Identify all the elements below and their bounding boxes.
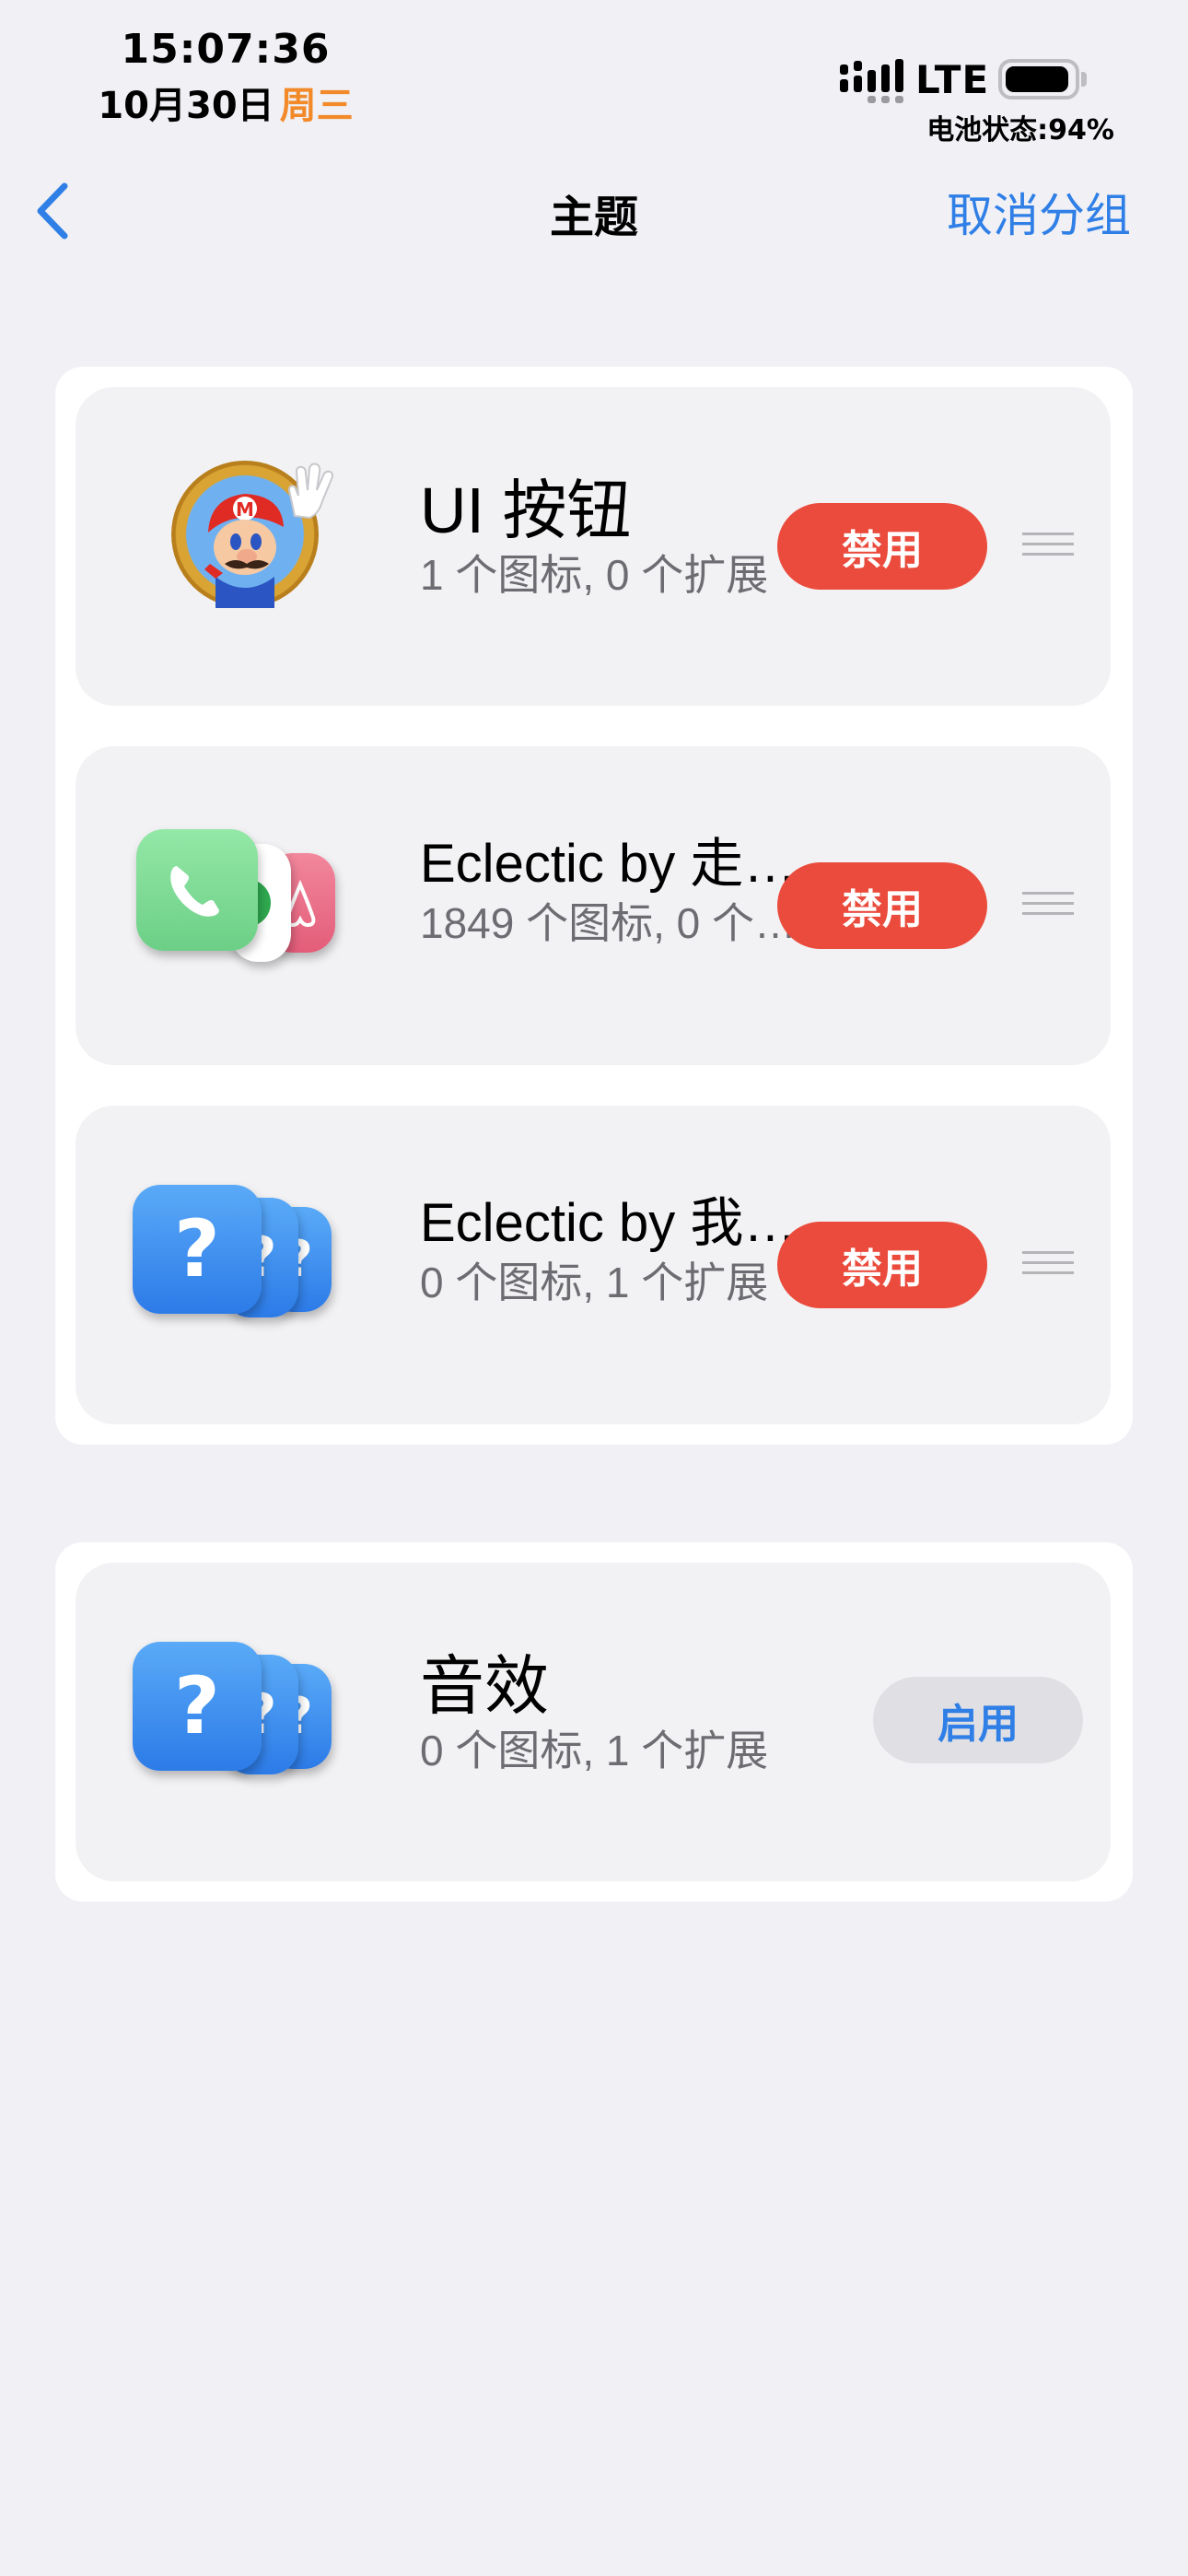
signal-dot xyxy=(881,64,890,92)
signal-dot xyxy=(854,61,862,71)
phone-app-stack-icon xyxy=(127,820,367,991)
signal-dot xyxy=(881,96,890,103)
question-mark-stack-icon: ? ? ? xyxy=(127,1179,367,1351)
signal-dot xyxy=(895,96,903,103)
theme-info: UI 按钮 1 个图标, 0 个扩展 xyxy=(420,474,834,601)
signal-dot xyxy=(868,70,876,92)
signal-dot xyxy=(895,59,903,92)
drag-handle-icon[interactable] xyxy=(1022,1251,1074,1281)
theme-name: 音效 xyxy=(420,1650,549,1722)
theme-item-sound-effects[interactable]: ? ? ? 音效 0 个图标, 1 个扩展 启用 xyxy=(76,1563,1111,1881)
disable-button[interactable]: 禁用 xyxy=(777,503,987,590)
battery-icon xyxy=(998,59,1079,100)
status-bar: 15:07:36 10月30日 周三 LTE 电池状态:94% xyxy=(0,0,1188,146)
theme-info: Eclectic by 我… 0 个图标, 1 个扩展 xyxy=(420,1192,834,1308)
drag-handle-icon[interactable] xyxy=(1022,533,1074,562)
theme-item-eclectic-2[interactable]: ? ? ? Eclectic by 我… 0 个图标, 1 个扩展 禁用 xyxy=(76,1106,1111,1424)
ungroup-button[interactable]: 取消分组 xyxy=(947,179,1131,245)
theme-subtitle: 0 个图标, 1 个扩展 xyxy=(420,1727,769,1774)
status-weekday: 周三 xyxy=(279,85,354,127)
theme-subtitle: 1 个图标, 0 个扩展 xyxy=(420,551,769,599)
signal-dot xyxy=(840,64,848,75)
battery-cap xyxy=(1081,72,1087,87)
question-tile-front: ? xyxy=(133,1185,262,1314)
enable-button[interactable]: 启用 xyxy=(873,1677,1083,1763)
mario-icon: M xyxy=(127,461,367,632)
svg-text:M: M xyxy=(236,498,254,521)
question-mark-stack-icon: ? ? ? xyxy=(127,1636,367,1808)
network-type: LTE xyxy=(915,57,990,102)
status-time: 15:07:36 xyxy=(121,26,331,73)
theme-info: 音效 0 个图标, 1 个扩展 xyxy=(420,1649,862,1776)
white-glove-icon xyxy=(287,463,333,520)
status-date-text: 10月30日 xyxy=(98,85,274,127)
battery-status-text: 电池状态:94% xyxy=(926,114,1114,146)
question-mark-icon: ? xyxy=(174,1203,220,1295)
signal-strength-icon xyxy=(840,59,904,103)
drag-handle-icon[interactable] xyxy=(1022,892,1074,921)
signal-dot xyxy=(868,96,876,103)
disable-button[interactable]: 禁用 xyxy=(777,862,987,949)
theme-name: UI 按钮 xyxy=(420,474,632,546)
phone-icon xyxy=(170,866,219,917)
signal-dot xyxy=(840,79,848,92)
theme-info: Eclectic by 走… 1849 个图标, 0 个… xyxy=(420,833,834,949)
theme-name: Eclectic by 我… xyxy=(420,1193,798,1253)
battery-fill xyxy=(1006,66,1068,92)
theme-group: ? ? ? 音效 0 个图标, 1 个扩展 启用 xyxy=(55,1542,1133,1902)
theme-subtitle: 0 个图标, 1 个扩展 xyxy=(420,1259,769,1306)
signal-dot xyxy=(854,76,862,92)
theme-subtitle: 1849 个图标, 0 个… xyxy=(420,899,798,947)
disable-button[interactable]: 禁用 xyxy=(777,1222,987,1308)
theme-group: M UI 按钮 1 个图标, 0 个扩展 禁用 Eclectic by 走… 1… xyxy=(55,367,1133,1445)
theme-item-eclectic-1[interactable]: Eclectic by 走… 1849 个图标, 0 个… 禁用 xyxy=(76,746,1111,1065)
theme-name: Eclectic by 走… xyxy=(420,834,798,894)
status-date: 10月30日 周三 xyxy=(92,76,359,129)
question-mark-icon: ? xyxy=(174,1660,220,1752)
question-tile-front: ? xyxy=(133,1642,262,1771)
theme-item-ui-buttons[interactable]: M UI 按钮 1 个图标, 0 个扩展 禁用 xyxy=(76,387,1111,706)
phone-app-tile xyxy=(136,829,258,951)
